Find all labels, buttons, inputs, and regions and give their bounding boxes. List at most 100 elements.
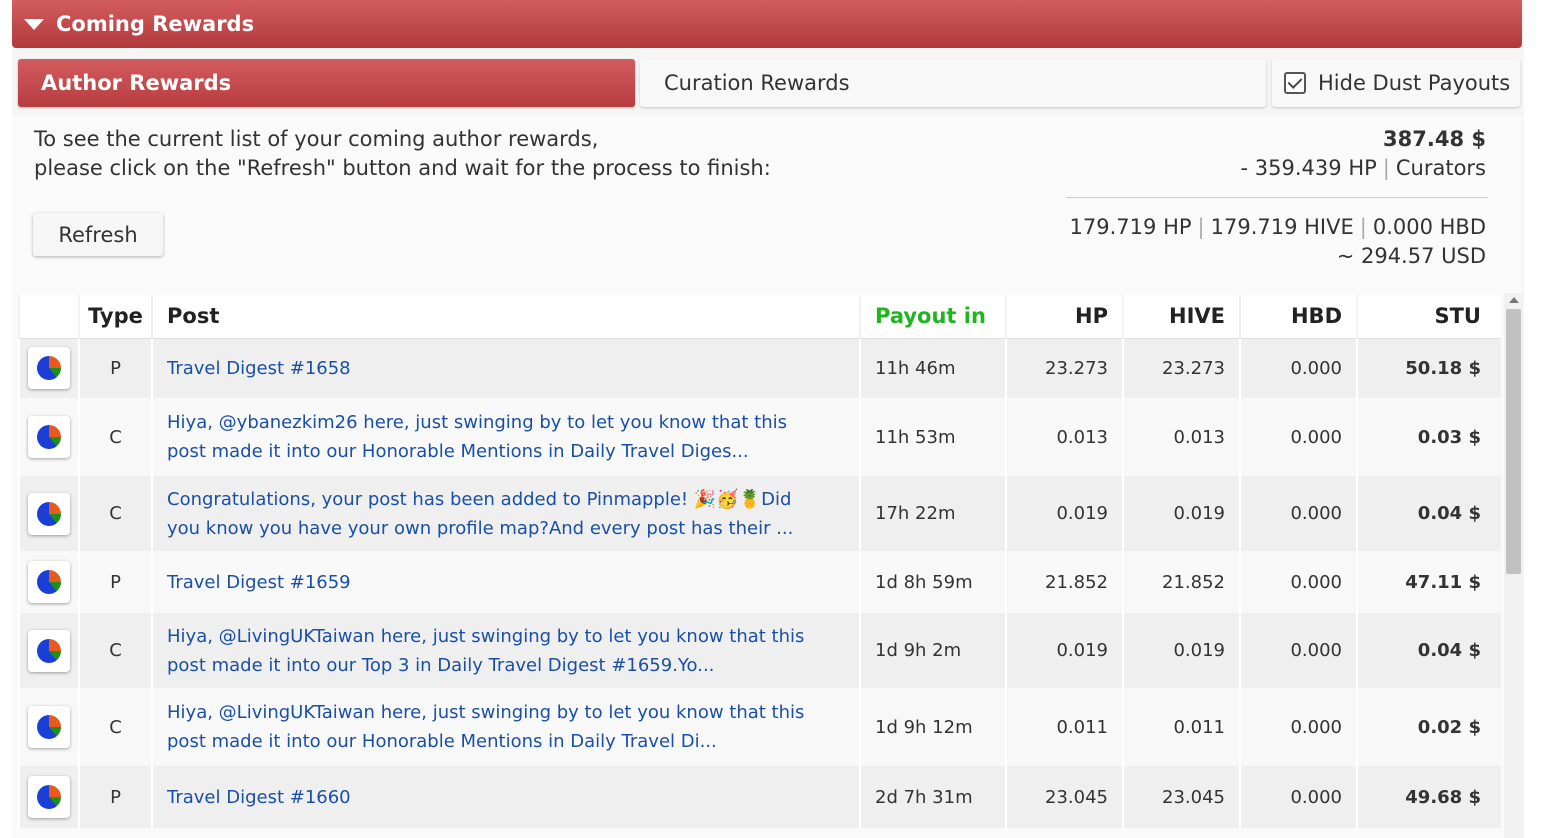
scroll-thumb[interactable] (1506, 309, 1521, 574)
vote-details-button[interactable] (28, 416, 70, 458)
vote-details-button[interactable] (28, 561, 70, 603)
vote-details-button[interactable] (28, 776, 70, 818)
row-hbd: 0.000 (1239, 476, 1357, 551)
pie-chart-icon (37, 570, 61, 594)
row-hp: 0.019 (1005, 476, 1123, 551)
col-icon-header (18, 295, 79, 339)
vote-details-button[interactable] (28, 347, 70, 390)
table-row: C Hiya, @ybanezkim26 here, just swinging… (18, 398, 1501, 476)
author-rewards-content: To see the current list of your coming a… (12, 115, 1522, 838)
col-type-header[interactable]: Type (78, 295, 152, 339)
post-link[interactable]: Hiya, @ybanezkim26 here, just swinging b… (167, 408, 859, 466)
row-stu: 49.68 $ (1356, 766, 1501, 828)
pie-chart-icon (37, 501, 61, 526)
table-row: P Travel Digest #1658 11h 46m 23.273 23.… (18, 338, 1501, 398)
row-payout: 11h 46m (859, 338, 1006, 398)
curators-line: - 359.439 HP | Curators (1240, 156, 1486, 180)
total-hbd: 0.000 HBD (1372, 215, 1486, 239)
intro-text: To see the current list of your coming a… (34, 125, 771, 183)
row-hbd: 0.000 (1239, 688, 1357, 766)
pie-chart-icon (37, 715, 61, 739)
row-hp: 0.013 (1005, 398, 1123, 476)
rewards-totals: 179.719 HP | 179.719 HIVE | 0.000 HBD ~ 294.… (1070, 213, 1486, 271)
row-stu: 0.04 $ (1356, 613, 1501, 688)
row-hive: 0.013 (1122, 398, 1240, 476)
row-hbd: 0.000 (1239, 613, 1357, 688)
col-hp-header[interactable]: HP (1005, 295, 1123, 339)
refresh-button[interactable]: Refresh (33, 213, 163, 256)
post-link[interactable]: Hiya, @LivingUKTaiwan here, just swingin… (167, 622, 859, 680)
total-hp: 179.719 HP (1069, 215, 1192, 239)
row-hp: 0.011 (1005, 688, 1123, 766)
coming-rewards-header[interactable]: Coming Rewards (12, 0, 1522, 48)
hide-dust-toggle[interactable]: Hide Dust Payouts (1272, 59, 1520, 107)
col-stu-header[interactable]: STU (1356, 295, 1501, 339)
vote-details-button[interactable] (28, 492, 70, 535)
scroll-up-arrow-icon[interactable] (1509, 297, 1519, 303)
rewards-summary: 387.48 $ - 359.439 HP | Curators (1241, 125, 1486, 183)
intro-line-2: please click on the "Refresh" button and… (34, 156, 771, 180)
row-stu: 0.04 $ (1356, 476, 1501, 551)
pie-chart-icon (37, 356, 61, 381)
rewards-table-container: Type Post Payout in HP HIVE HBD STU P Tr… (18, 295, 1502, 838)
col-payout-header[interactable]: Payout in (859, 295, 1006, 339)
tab-author-rewards[interactable]: Author Rewards (18, 59, 635, 107)
table-scrollbar[interactable] (1504, 293, 1523, 838)
intro-line-1: To see the current list of your coming a… (34, 127, 599, 151)
table-row: C Hiya, @LivingUKTaiwan here, just swing… (18, 688, 1501, 766)
table-row: P Travel Digest #1660 2d 7h 31m 23.045 2… (18, 766, 1501, 828)
col-hbd-header[interactable]: HBD (1239, 295, 1357, 339)
pie-chart-icon (37, 425, 61, 449)
total-hive: 179.719 HIVE (1210, 215, 1354, 239)
row-hive: 0.019 (1122, 613, 1240, 688)
row-hive: 23.045 (1122, 766, 1240, 828)
post-link[interactable]: Congratulations, your post has been adde… (167, 485, 859, 543)
totals-line: 179.719 HP | 179.719 HIVE | 0.000 HBD (1069, 215, 1486, 239)
pie-chart-icon (37, 638, 61, 663)
row-hive: 21.852 (1122, 551, 1240, 613)
row-type: P (78, 766, 152, 828)
row-type: C (78, 688, 152, 766)
row-stu: 47.11 $ (1356, 551, 1501, 613)
table-row: P Travel Digest #1659 1d 8h 59m 21.852 2… (18, 551, 1501, 613)
row-stu: 0.02 $ (1356, 688, 1501, 766)
summary-divider (1066, 197, 1488, 198)
post-link[interactable]: Travel Digest #1659 (167, 568, 859, 597)
curators-hp: - 359.439 HP (1240, 156, 1377, 180)
row-hive: 0.011 (1122, 688, 1240, 766)
row-payout: 1d 9h 2m (859, 613, 1006, 688)
row-type: P (78, 551, 152, 613)
row-hive: 23.273 (1122, 338, 1240, 398)
row-type: P (78, 338, 152, 398)
row-payout: 2d 7h 31m (859, 766, 1006, 828)
row-hp: 0.019 (1005, 613, 1123, 688)
table-row: C Congratulations, your post has been ad… (18, 476, 1501, 551)
row-payout: 11h 53m (859, 398, 1006, 476)
rewards-tabs: Author Rewards Curation Rewards Hide Dus… (18, 59, 1520, 107)
rewards-table: Type Post Payout in HP HIVE HBD STU P Tr… (18, 295, 1501, 828)
panel-title: Coming Rewards (56, 12, 255, 36)
hide-dust-checkbox[interactable] (1284, 72, 1306, 94)
row-hive: 0.019 (1122, 476, 1240, 551)
row-hbd: 0.000 (1239, 398, 1357, 476)
row-hp: 23.045 (1005, 766, 1123, 828)
curators-label: Curators (1395, 156, 1486, 180)
row-type: C (78, 398, 152, 476)
row-type: C (78, 613, 152, 688)
col-post-header[interactable]: Post (151, 295, 860, 339)
row-stu: 50.18 $ (1356, 338, 1501, 398)
row-hp: 21.852 (1005, 551, 1123, 613)
row-payout: 1d 9h 12m (859, 688, 1006, 766)
tab-curation-rewards[interactable]: Curation Rewards (640, 59, 1266, 107)
vote-details-button[interactable] (28, 706, 70, 748)
vote-details-button[interactable] (28, 629, 70, 672)
row-stu: 0.03 $ (1356, 398, 1501, 476)
post-link[interactable]: Hiya, @LivingUKTaiwan here, just swingin… (167, 698, 859, 756)
row-type: C (78, 476, 152, 551)
row-payout: 1d 8h 59m (859, 551, 1006, 613)
hide-dust-label: Hide Dust Payouts (1318, 71, 1511, 95)
col-hive-header[interactable]: HIVE (1122, 295, 1240, 339)
post-link[interactable]: Travel Digest #1660 (167, 783, 859, 812)
collapse-triangle-icon[interactable] (24, 18, 44, 30)
post-link[interactable]: Travel Digest #1658 (167, 354, 859, 383)
